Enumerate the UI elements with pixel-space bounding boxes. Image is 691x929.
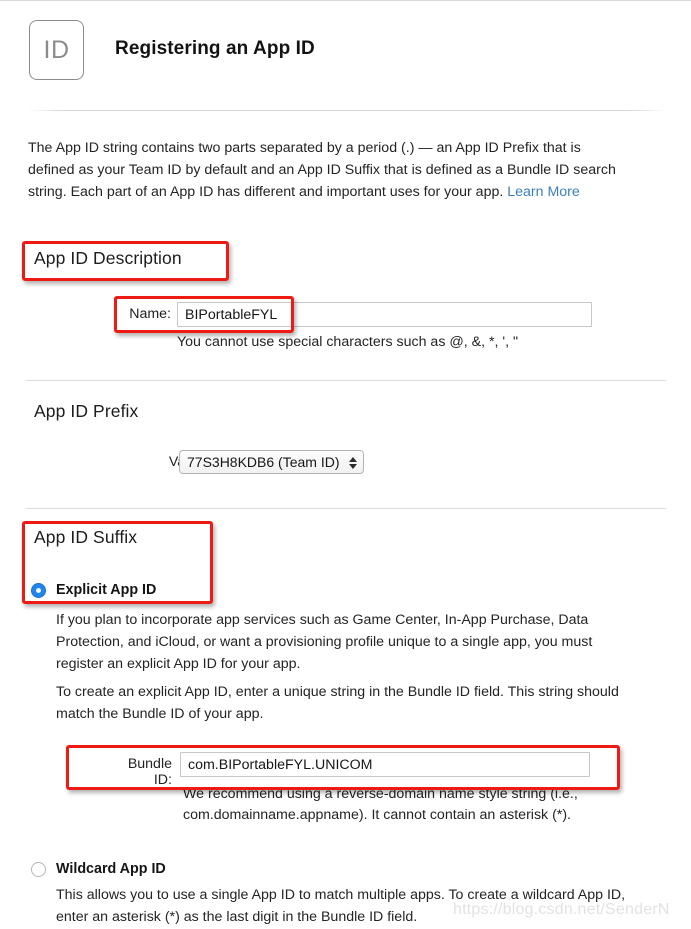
bundle-id-input[interactable] xyxy=(180,752,590,777)
bundle-id-label: Bundle ID: xyxy=(127,756,172,788)
section-heading-app-id-suffix: App ID Suffix xyxy=(34,527,138,547)
top-border xyxy=(0,0,691,1)
radio-wildcard-app-id-label: Wildcard App ID xyxy=(56,861,166,877)
page-header: ID Registering an App ID xyxy=(0,10,691,90)
prefix-value-selected-option: 77S3H8KDB6 (Team ID) xyxy=(187,454,340,470)
radio-option-wildcard-app-id[interactable]: Wildcard App ID xyxy=(31,861,166,877)
section-heading-app-id-description: App ID Description xyxy=(34,248,182,268)
divider-above-app-id-suffix xyxy=(26,508,666,509)
radio-wildcard-app-id-icon[interactable] xyxy=(31,861,46,877)
app-id-icon-label: ID xyxy=(43,35,70,64)
arrow-up-icon xyxy=(348,457,357,462)
prefix-value-select[interactable]: 77S3H8KDB6 (Team ID) xyxy=(179,450,364,474)
learn-more-link[interactable]: Learn More xyxy=(507,184,580,200)
name-field-label: Name: xyxy=(129,306,171,322)
explicit-app-id-paragraph-2: To create an explicit App ID, enter a un… xyxy=(56,684,619,722)
radio-option-explicit-app-id[interactable]: Explicit App ID xyxy=(31,582,156,598)
watermark: https://blog.csdn.net/SenderN xyxy=(453,901,670,918)
bundle-id-helper-text: We recommend using a reverse-domain name… xyxy=(183,786,578,823)
arrow-down-icon xyxy=(348,464,357,469)
explicit-app-id-paragraph-1: If you plan to incorporate app services … xyxy=(56,612,593,672)
app-id-icon: ID xyxy=(29,20,84,80)
section-heading-app-id-prefix: App ID Prefix xyxy=(34,401,139,421)
intro-paragraph: The App ID string contains two parts sep… xyxy=(28,137,628,203)
radio-explicit-app-id-icon[interactable] xyxy=(31,582,46,598)
page-title: Registering an App ID xyxy=(115,38,315,59)
app-id-registration-page: ID Registering an App ID The App ID stri… xyxy=(0,0,691,929)
name-helper-text: You cannot use special characters such a… xyxy=(177,334,519,350)
stepper-arrows-icon xyxy=(348,453,357,473)
name-input[interactable] xyxy=(177,302,592,327)
divider-above-app-id-prefix xyxy=(26,380,666,381)
radio-explicit-app-id-label: Explicit App ID xyxy=(56,582,157,598)
divider-below-header xyxy=(26,110,666,111)
